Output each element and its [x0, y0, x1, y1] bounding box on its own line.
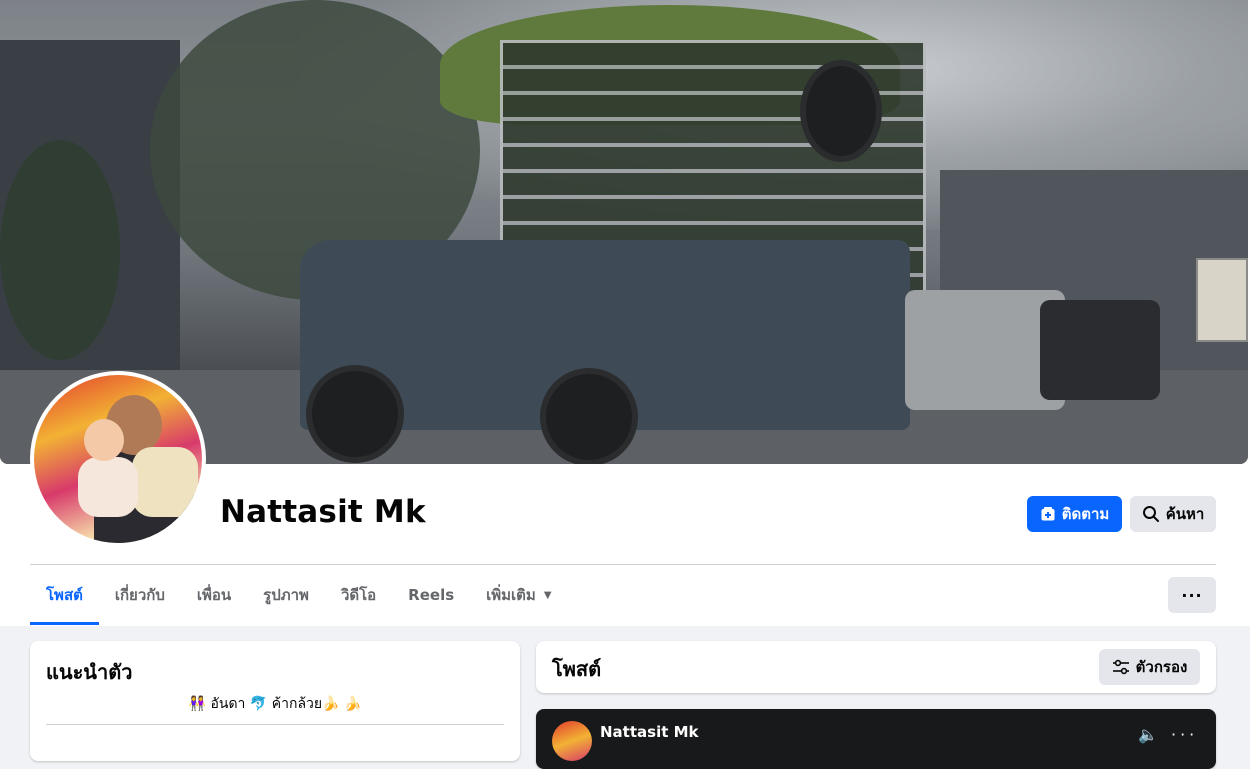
- cover-sign: [1196, 258, 1248, 342]
- posts-title: โพสต์: [552, 657, 602, 681]
- tab-friends[interactable]: เพื่อน: [181, 565, 247, 625]
- more-options-button[interactable]: ···: [1168, 577, 1216, 613]
- intro-divider: [46, 724, 504, 725]
- profile-header: Nattasit Mk ติดตาม ค้นหา โพสต์ เกี่ยวกับ…: [0, 0, 1250, 626]
- cover-photo[interactable]: [0, 0, 1248, 464]
- tab-photos[interactable]: รูปภาพ: [247, 565, 325, 625]
- profile-avatar[interactable]: [30, 371, 206, 547]
- search-button[interactable]: ค้นหา: [1130, 496, 1216, 532]
- profile-name: Nattasit Mk: [220, 494, 426, 530]
- cover-wheel: [540, 368, 638, 464]
- profile-tabs: โพสต์ เกี่ยวกับ เพื่อน รูปภาพ วิดีโอ Ree…: [30, 565, 568, 625]
- post-author-avatar[interactable]: [552, 721, 592, 761]
- filter-label: ตัวกรอง: [1135, 658, 1188, 676]
- filter-icon: [1112, 659, 1129, 675]
- caret-down-icon: ▼: [543, 589, 552, 601]
- cover-wheel: [306, 365, 404, 463]
- tab-label: รูปภาพ: [263, 586, 309, 604]
- tab-videos[interactable]: วิดีโอ: [325, 565, 392, 625]
- avatar-photo: [34, 375, 202, 543]
- post-author-name[interactable]: Nattasit Mk: [600, 723, 699, 741]
- tab-label: Reels: [408, 586, 455, 604]
- post-controls-icon[interactable]: 🔈 ···: [1138, 725, 1198, 744]
- cover-truck-black: [1040, 300, 1160, 400]
- search-label: ค้นหา: [1165, 505, 1205, 523]
- follow-button[interactable]: ติดตาม: [1027, 496, 1122, 532]
- follow-icon: [1041, 507, 1055, 521]
- tab-label: วิดีโอ: [340, 586, 377, 604]
- avatar-baby-body: [78, 457, 138, 517]
- search-icon: [1142, 506, 1159, 522]
- tab-label: เพื่อน: [196, 586, 232, 604]
- intro-title: แนะนำตัว: [46, 660, 133, 684]
- tab-label: โพสต์: [46, 586, 83, 604]
- tab-label: เพิ่มเติม: [486, 586, 536, 604]
- cover-spare-wheel: [800, 60, 882, 162]
- tab-more[interactable]: เพิ่มเติม ▼: [470, 565, 567, 625]
- intro-card: แนะนำตัว 👭 อันดา 🐬 ค้ากล้วย🍌 🍌: [30, 641, 520, 761]
- tab-label: เกี่ยวกับ: [114, 586, 165, 604]
- avatar-cloth: [132, 447, 198, 517]
- avatar-baby-head: [84, 419, 124, 461]
- filter-button[interactable]: ตัวกรอง: [1099, 649, 1200, 685]
- post-card: Nattasit Mk 🔈 ···: [536, 709, 1216, 769]
- tab-posts[interactable]: โพสต์: [30, 565, 99, 625]
- cover-tree: [0, 140, 120, 360]
- tab-reels[interactable]: Reels: [392, 565, 470, 625]
- follow-label: ติดตาม: [1061, 505, 1110, 523]
- intro-bio: 👭 อันดา 🐬 ค้ากล้วย🍌 🍌: [188, 696, 362, 712]
- tab-about[interactable]: เกี่ยวกับ: [99, 565, 181, 625]
